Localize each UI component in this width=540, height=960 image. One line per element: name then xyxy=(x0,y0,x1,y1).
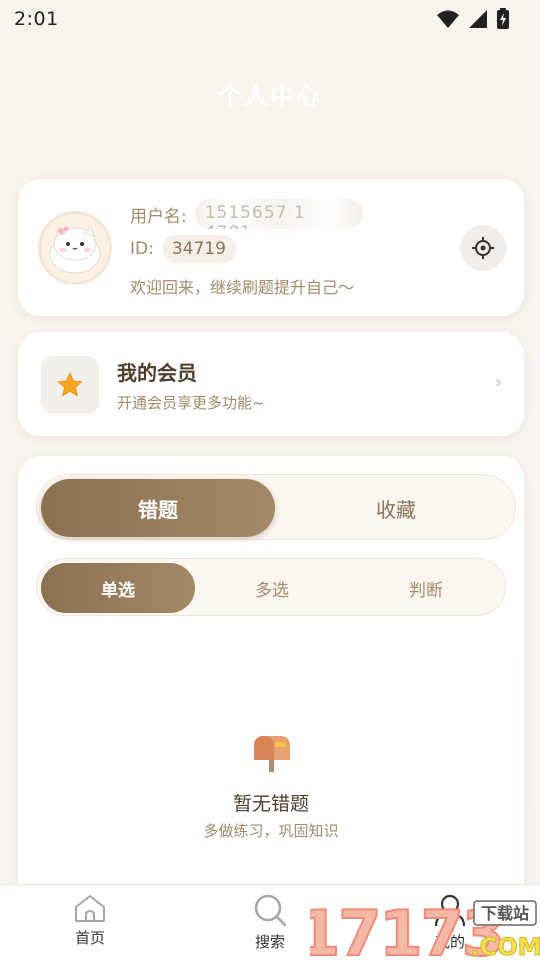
avatar[interactable] xyxy=(38,211,112,285)
svg-text:下载站: 下载站 xyxy=(481,904,529,923)
page-title: 个人中心 xyxy=(218,82,322,110)
watermark-logo: 17173 下载站 .COM xyxy=(310,896,540,960)
tab-multiple-choice[interactable]: 多选 xyxy=(195,563,349,613)
tab-wrong-questions[interactable]: 错题 xyxy=(41,479,275,537)
username-row: 用户名: 1515657 1 4781 xyxy=(130,199,363,229)
signal-icon xyxy=(469,10,487,28)
vip-card[interactable]: 我的会员 开通会员享更多功能~ › xyxy=(18,332,524,436)
vip-title: 我的会员 xyxy=(117,361,197,385)
welcome-text: 欢迎回来，继续刷题提升自己～ xyxy=(130,278,355,297)
chevron-right-icon: › xyxy=(494,372,502,393)
empty-state-subtitle: 多做练习，巩固知识 xyxy=(203,822,339,840)
svg-text:.COM: .COM xyxy=(470,933,540,960)
cat-avatar-icon xyxy=(49,226,101,274)
username-label: 用户名: xyxy=(130,206,187,227)
vip-icon-box xyxy=(41,356,99,414)
battery-charging-icon xyxy=(497,8,509,29)
vip-subtitle: 开通会员享更多功能~ xyxy=(117,394,265,412)
tab-single-choice[interactable]: 单选 xyxy=(41,563,195,613)
status-icons xyxy=(436,8,510,30)
status-time: 2:01 xyxy=(14,8,59,30)
id-label: ID: xyxy=(130,239,154,259)
nav-search-label: 搜索 xyxy=(254,933,285,951)
search-icon xyxy=(254,894,287,927)
status-bar: 2:01 xyxy=(0,0,540,38)
mailbox-icon xyxy=(254,736,290,772)
empty-state-title: 暂无错题 xyxy=(232,793,309,815)
welcome-row: 欢迎回来，继续刷题提升自己～ xyxy=(130,274,354,298)
main-tab-bar: 错题 收藏 xyxy=(36,474,516,540)
home-icon xyxy=(75,895,105,922)
target-icon xyxy=(472,237,494,259)
sub-tab-bar: 单选 多选 判断 xyxy=(36,558,506,616)
nav-home[interactable]: 首页 xyxy=(45,893,135,948)
nav-search[interactable]: 搜索 xyxy=(225,893,315,952)
star-icon xyxy=(57,372,83,397)
tab-favorites[interactable]: 收藏 xyxy=(279,479,513,537)
tab-true-false[interactable]: 判断 xyxy=(349,563,503,613)
profile-card: 用户名: 1515657 1 4781 ID: 34719 欢迎回来，继续刷题提… xyxy=(18,179,524,316)
id-row: ID: 34719 xyxy=(130,235,236,263)
locate-button[interactable] xyxy=(460,225,506,271)
wifi-icon xyxy=(437,10,459,28)
id-value: 34719 xyxy=(161,235,236,263)
username-value-pill: 1515657 1 4781 xyxy=(194,199,363,229)
nav-home-label: 首页 xyxy=(74,929,105,947)
